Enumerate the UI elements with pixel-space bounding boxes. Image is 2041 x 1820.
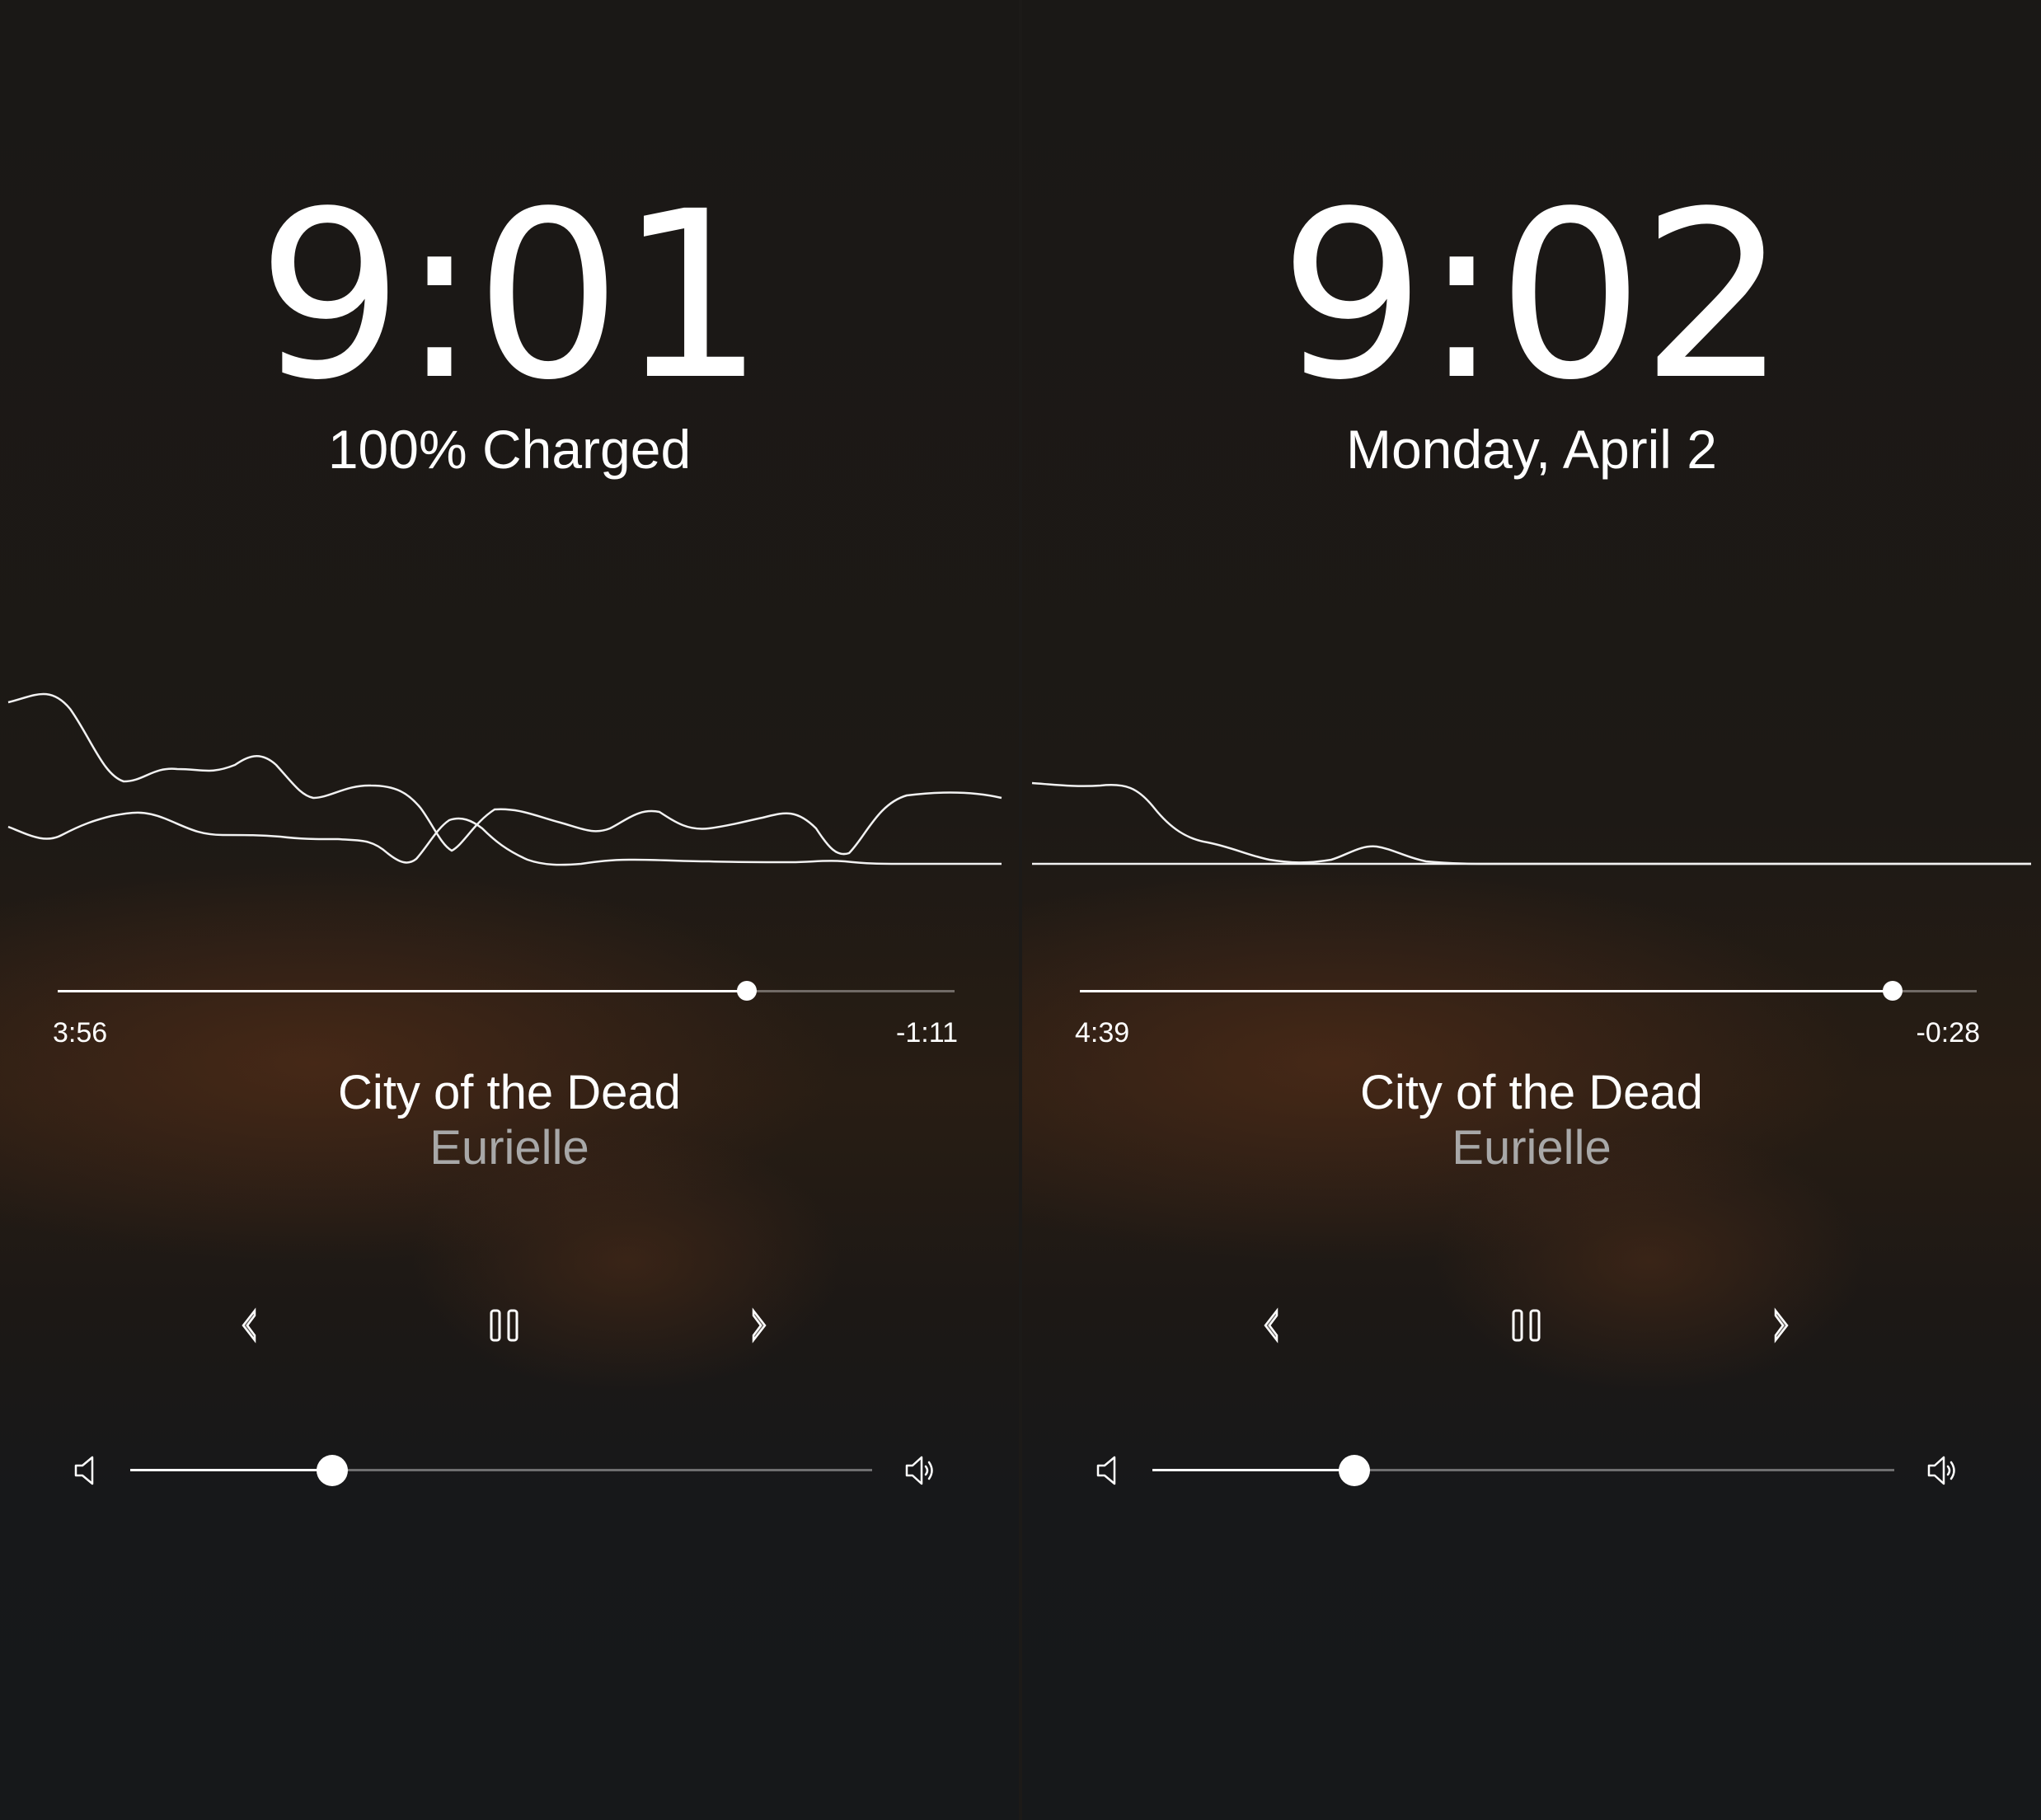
chevron-left-icon [1264,1307,1279,1344]
volume-slider[interactable] [1152,1455,1894,1486]
volume-slider-thumb[interactable] [1338,1455,1370,1486]
speaker-high-icon [1927,1456,1955,1485]
audio-visualizer [1031,781,2031,865]
track-artist: Eurielle [1452,1121,1612,1175]
lock-screen-right: 9:02 Monday, April 2 4:39 -0:28 City of … [1022,0,2041,1820]
pause-button[interactable] [1504,1302,1550,1349]
volume-min-button[interactable] [69,1452,106,1489]
next-track-button[interactable] [1757,1302,1804,1349]
visualizer-line-2 [7,811,1002,866]
lock-clock: 9:01 [256,162,766,431]
volume-min-button[interactable] [1091,1452,1128,1489]
chevron-right-icon [1774,1307,1789,1344]
date-label: Monday, April 2 [1345,419,1717,480]
lock-clock: 9:02 [1279,162,1788,431]
pause-icon [490,1309,518,1342]
volume-fill [1152,1469,1354,1471]
playback-scrubber[interactable] [58,981,955,1001]
track-title: City of the Dead [338,1066,681,1119]
time-remaining: -0:28 [1916,1017,1981,1048]
previous-track-button[interactable] [1249,1302,1295,1349]
volume-slider[interactable] [130,1455,872,1486]
chevron-right-icon [752,1307,767,1344]
volume-fill [130,1469,332,1471]
visualizer-line-1 [1031,781,2031,865]
speaker-low-icon [74,1456,94,1485]
time-elapsed: 3:56 [53,1017,108,1048]
lock-screen-left: 9:01 100% Charged 3:56 -1:11 City of the… [0,0,1019,1820]
previous-track-button[interactable] [227,1302,273,1349]
playback-progress-fill [58,990,747,992]
pause-button[interactable] [481,1302,528,1349]
volume-max-button[interactable] [903,1452,940,1489]
volume-slider-thumb[interactable] [316,1455,348,1486]
volume-max-button[interactable] [1926,1452,1962,1489]
playback-scrubber-thumb[interactable] [736,981,757,1001]
pause-icon [1512,1309,1541,1342]
time-remaining: -1:11 [896,1017,958,1048]
time-elapsed: 4:39 [1075,1017,1130,1048]
audio-visualizer [7,692,1002,866]
playback-scrubber[interactable] [1080,981,1977,1001]
track-title: City of the Dead [1360,1066,1703,1119]
visualizer-line-1 [7,692,1002,856]
playback-progress-fill [1080,990,1893,992]
chevron-left-icon [242,1307,256,1344]
playback-scrubber-thumb[interactable] [1882,981,1903,1001]
track-artist: Eurielle [429,1121,589,1175]
charging-status: 100% Charged [327,419,692,480]
speaker-high-icon [905,1456,933,1485]
next-track-button[interactable] [735,1302,781,1349]
speaker-low-icon [1096,1456,1116,1485]
